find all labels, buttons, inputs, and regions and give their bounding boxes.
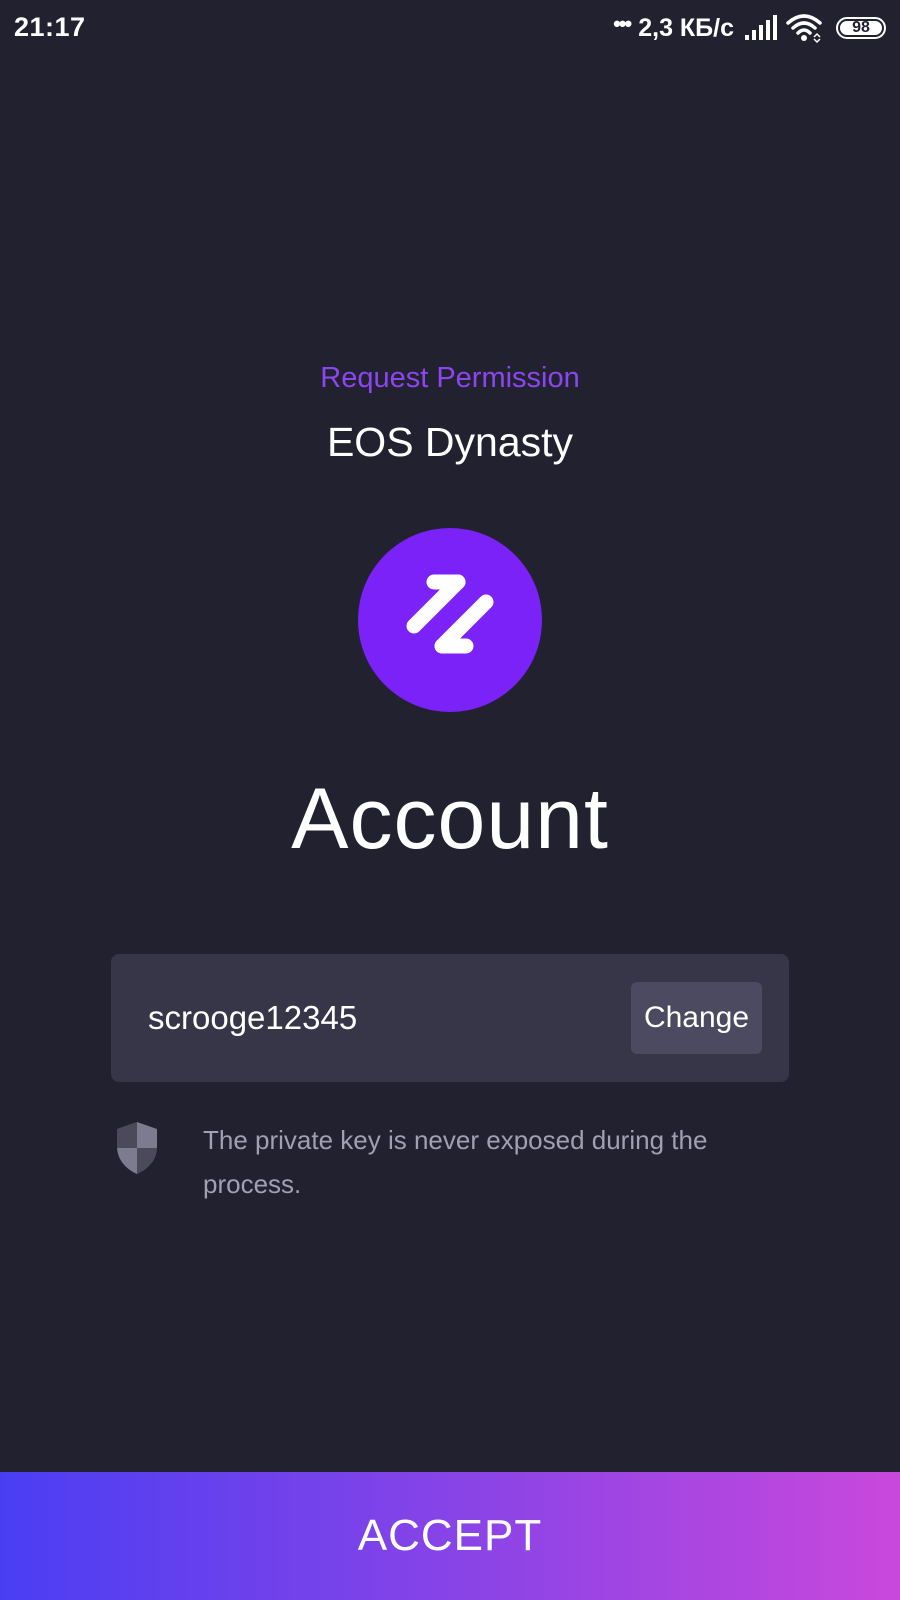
wifi-icon xyxy=(786,14,822,43)
notification-dots: ••• xyxy=(613,11,632,36)
network-speed: 2,3 КБ/с xyxy=(638,13,734,42)
accept-button[interactable]: ACCEPT xyxy=(0,1472,900,1600)
status-indicators: ••• 2,3 КБ/с 98 xyxy=(613,12,886,44)
battery-icon: 98 xyxy=(836,17,886,39)
account-heading: Account xyxy=(291,771,609,867)
change-account-button[interactable]: Change xyxy=(631,982,762,1054)
status-bar: 21:17 ••• 2,3 КБ/с 98 xyxy=(0,0,900,56)
request-permission-subtitle: Request Permission xyxy=(320,362,580,394)
dapp-logo-glyph xyxy=(406,574,494,654)
battery-percent: 98 xyxy=(852,19,870,36)
shield-icon xyxy=(117,1122,157,1174)
account-name: scrooge12345 xyxy=(148,999,358,1036)
signal-icon xyxy=(745,15,777,40)
permission-screen: 21:17 ••• 2,3 КБ/с 98 Request Permission… xyxy=(0,0,900,1600)
dapp-logo-icon xyxy=(358,528,542,712)
dapp-name: EOS Dynasty xyxy=(326,419,574,465)
account-card: scrooge12345 Change xyxy=(111,954,789,1082)
status-time: 21:17 xyxy=(14,12,86,42)
security-notice-text: The private key is never exposed during … xyxy=(203,1125,708,1199)
